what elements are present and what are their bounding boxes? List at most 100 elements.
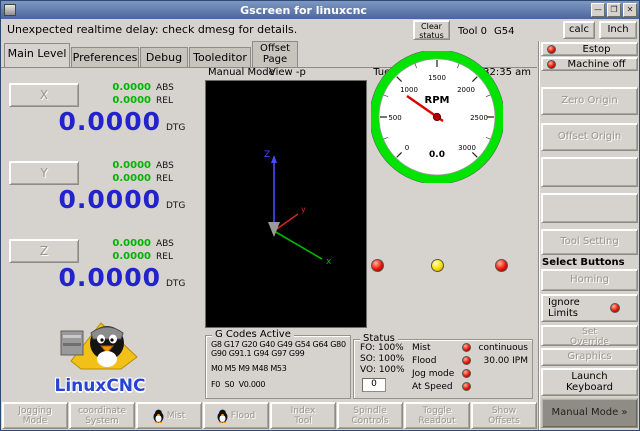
tab-preferences[interactable]: Preferences [71,47,139,67]
gauge-hub [433,113,440,120]
status-frame: Status FO: 100% SO: 100% VO: 100% 0 Mist… [353,339,533,399]
x-rel-value: 0.0000 [89,95,151,106]
estop-button[interactable]: Estop [541,42,638,56]
mist-label: Mist [412,343,430,353]
offset-origin-button[interactable]: Offset Origin [541,123,638,151]
right-panel-divider [538,41,540,430]
status-message: Unexpected realtime delay: check dmesg f… [7,23,297,36]
z-abs-label: ABS [156,239,174,249]
tux-mist-icon [153,409,164,423]
svg-text:3000: 3000 [458,144,476,152]
tool-label: Tool 0 [458,26,487,37]
coord-system-label: G54 [494,26,514,37]
mist-led [462,343,471,352]
blank-button-2[interactable] [541,193,638,223]
ignore-limits-led [610,303,620,313]
at-speed-label: At Speed [412,382,453,392]
tux-penguin-icon [41,317,159,373]
axes-origin-graphic: Z x y [206,81,366,327]
dro-axis-y: Y 0.0000 ABS 0.0000 REL 0.0000 DTG [1,157,203,233]
estop-led [547,45,556,54]
flood-button[interactable]: Flood [203,402,269,429]
flood-led [462,356,471,365]
tab-tooleditor[interactable]: Tooleditor [189,47,251,67]
logo-text: LinuxCNC [41,376,159,396]
y-abs-value: 0.0000 [89,160,151,171]
gauge-value: 0.0 [429,150,445,160]
override-spin-entry[interactable]: 0 [362,378,386,392]
mist-button[interactable]: Mist [136,402,202,429]
center-lamp-yellow [431,259,444,272]
x-dtg-label: DTG [166,123,185,133]
axis-y-button[interactable]: Y [9,161,79,185]
jog-rate-value: 30.00 IPM [474,356,528,366]
jog-increment-value: continuous [474,343,528,353]
rpm-gauge: 0 500 1000 1500 2000 2500 3000 RPM 0.0 [371,51,503,183]
select-buttons-label: Select Buttons [542,257,639,268]
blank-button-1[interactable] [541,157,638,187]
svg-text:2000: 2000 [457,86,475,94]
close-button[interactable]: ✕ [623,3,637,17]
jog-mode-led [462,369,471,378]
x-abs-value: 0.0000 [89,82,151,93]
dro-axis-z: Z 0.0000 ABS 0.0000 REL 0.0000 DTG [1,235,203,311]
z-dtg-value: 0.0000 [11,263,161,292]
window-title: Gscreen for linuxcnc [16,4,591,17]
maximize-button[interactable]: ❐ [607,3,621,17]
axis-x-button[interactable]: X [9,83,79,107]
svg-text:y: y [301,205,306,214]
x-dtg-value: 0.0000 [11,107,161,136]
clear-status-button[interactable]: Clear status [413,20,450,40]
linuxcnc-logo: LinuxCNC [41,317,159,397]
ignore-limits-button[interactable]: Ignore Limits [541,294,638,322]
svg-text:0: 0 [405,144,409,152]
jog-mode-label: Jog mode [412,369,454,379]
axis-z-button[interactable]: Z [9,239,79,263]
titlebar[interactable]: Gscreen for linuxcnc — ❐ ✕ [1,1,639,19]
window-icon [4,4,16,16]
z-rel-value: 0.0000 [89,251,151,262]
svg-text:x: x [326,257,332,267]
tab-debug[interactable]: Debug [140,47,188,67]
mcodes-line: M0 M5 M9 M48 M53 [211,364,287,373]
y-rel-value: 0.0000 [89,173,151,184]
graphics-button[interactable]: Graphics [541,348,638,366]
app-window: Gscreen for linuxcnc — ❐ ✕ Unexpected re… [0,0,640,431]
units-button[interactable]: Inch [599,21,637,39]
svg-text:Z: Z [264,150,270,160]
homing-button[interactable]: Homing [541,269,638,291]
gremlin-3d-view[interactable]: Z x y [205,80,367,328]
z-rel-label: REL [156,252,173,262]
dro-axis-x: X 0.0000 ABS 0.0000 REL 0.0000 DTG [1,79,203,155]
y-dtg-label: DTG [166,201,185,211]
svg-text:1000: 1000 [400,86,418,94]
jogging-mode-button[interactable]: Jogging Mode [2,402,68,429]
toggle-readout-button[interactable]: Toggle Readout [404,402,470,429]
tab-offset-page[interactable]: Offset Page [252,41,298,67]
set-override-button[interactable]: Set Override [541,325,638,346]
index-tool-button[interactable]: Index Tool [270,402,336,429]
fsv-line: F0 S0 V0.000 [211,380,265,389]
z-abs-value: 0.0000 [89,238,151,249]
show-offsets-button[interactable]: Show Offsets [471,402,537,429]
z-dtg-label: DTG [166,279,185,289]
calc-button[interactable]: calc [563,21,595,39]
spindle-controls-button[interactable]: Spindle Controls [337,402,403,429]
tool-setting-button[interactable]: Tool Setting [541,229,638,255]
minimize-button[interactable]: — [591,3,605,17]
x-rel-label: REL [156,96,173,106]
y-abs-label: ABS [156,161,174,171]
coordinate-system-button[interactable]: coordinate System [69,402,135,429]
y-dtg-value: 0.0000 [11,185,161,214]
svg-text:500: 500 [388,114,401,122]
gcodes-title: G Codes Active [212,329,294,340]
left-lamp-red [371,259,384,272]
zero-origin-button[interactable]: Zero Origin [541,87,638,115]
machine-off-button[interactable]: Machine off [541,57,638,71]
machine-off-led [547,60,556,69]
launch-keyboard-button[interactable]: Launch Keyboard [541,368,638,396]
right-lamp-red [495,259,508,272]
tab-main-level[interactable]: Main Level [4,43,70,67]
velocity-override: VO: 100% [360,365,405,375]
mode-cycle-button[interactable]: Manual Mode » [541,398,638,428]
